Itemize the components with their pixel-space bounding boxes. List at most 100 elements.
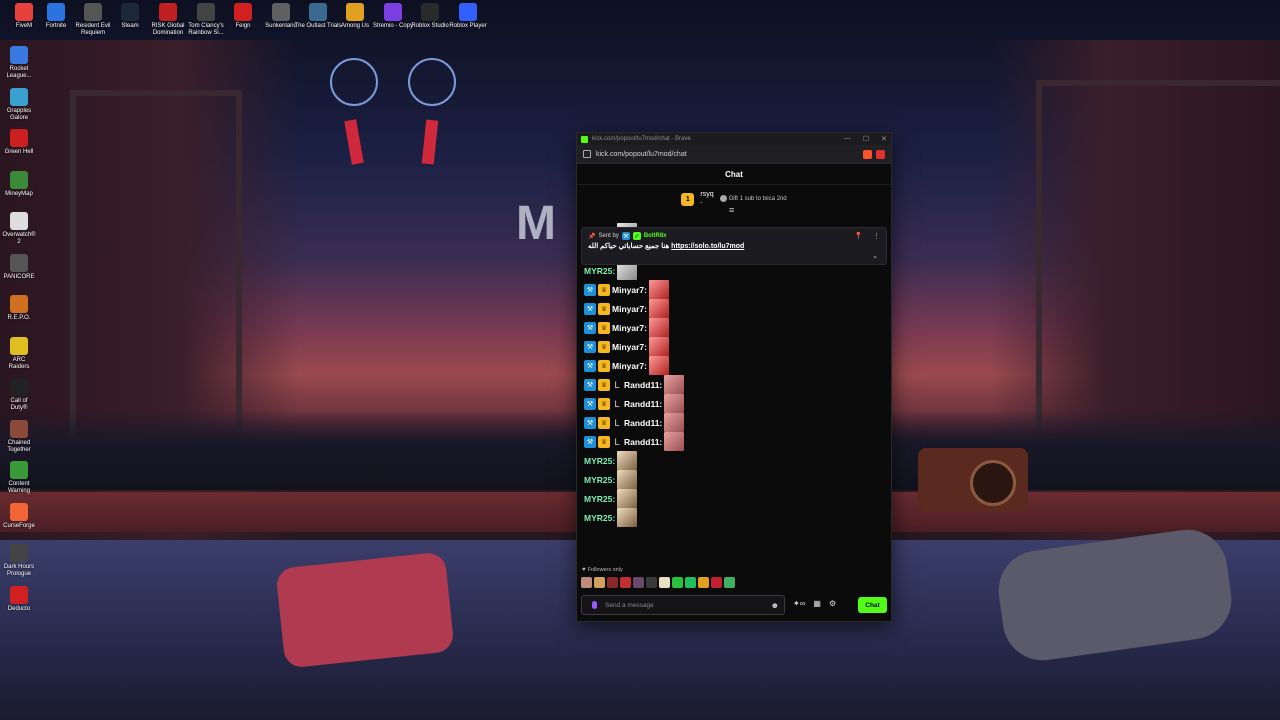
- gift-user[interactable]: rsyq: [700, 191, 713, 198]
- chat-message[interactable]: ⚒ ♛ Minyar7:: [584, 337, 884, 356]
- emote-icon: [648, 280, 669, 299]
- desktop-icon-label: Content Warning: [7, 481, 31, 494]
- emote-icon[interactable]: [724, 577, 735, 588]
- chat-username[interactable]: MYR25:: [584, 475, 615, 485]
- crown-badge-icon: ♛: [598, 340, 610, 353]
- chat-message[interactable]: MYR25:: [584, 508, 884, 527]
- chevron-down-icon[interactable]: ⌄: [872, 252, 878, 260]
- emote-icon[interactable]: [659, 577, 670, 588]
- emote-icon[interactable]: [698, 577, 709, 588]
- unpin-icon[interactable]: 📍: [854, 232, 863, 240]
- emote-icon: [664, 432, 685, 451]
- chat-message[interactable]: ⚒ ♛ L Randd11:: [584, 394, 884, 413]
- chat-message[interactable]: ⚒ ♛ Minyar7:: [584, 299, 884, 318]
- points-icon[interactable]: ✦∞: [793, 599, 805, 608]
- wallpaper-logo-icon: M: [516, 197, 556, 250]
- emote-icon[interactable]: [685, 577, 696, 588]
- crown-badge-icon: ♛: [598, 378, 610, 391]
- settings-gear-icon[interactable]: ⚙: [829, 599, 836, 608]
- chat-message[interactable]: ⚒ ♛ Minyar7:: [584, 356, 884, 375]
- emote-bar[interactable]: [581, 577, 735, 588]
- emote-icon[interactable]: [581, 577, 592, 588]
- gift-banner[interactable]: 1 rsyq ▪ Gift 1 sub to txica 2nd ≡: [577, 185, 891, 215]
- brave-shield-icon[interactable]: [863, 149, 872, 159]
- overwatch-icon: [10, 212, 28, 230]
- send-chat-button[interactable]: Chat: [858, 597, 887, 613]
- chat-username[interactable]: Randd11:: [624, 380, 662, 390]
- chat-username[interactable]: Minyar7:: [612, 361, 647, 371]
- chat-username[interactable]: Minyar7:: [612, 285, 647, 295]
- emote-icon[interactable]: [672, 577, 683, 588]
- roblox-player-icon: [459, 3, 477, 21]
- minimize-icon[interactable]: —: [844, 135, 851, 143]
- desktop-icon[interactable]: Call of Duty®: [2, 378, 36, 412]
- desktop-icon[interactable]: MineyMap: [2, 171, 36, 198]
- shop-icon[interactable]: ▦: [813, 599, 821, 608]
- chat-username[interactable]: MYR25:: [584, 456, 615, 466]
- emote-icon[interactable]: [711, 577, 722, 588]
- pinned-link[interactable]: https://solo.to/lu7mod: [671, 243, 744, 250]
- brave-rewards-icon[interactable]: [876, 149, 885, 159]
- chat-username[interactable]: Minyar7:: [612, 304, 647, 314]
- chat-message[interactable]: MYR25:: [584, 470, 884, 489]
- desktop-icon[interactable]: Deducto: [2, 586, 36, 613]
- desktop-icon[interactable]: PANICORE: [2, 254, 36, 281]
- pinned-user[interactable]: BoltR8x: [644, 233, 667, 239]
- desktop-icon-label: Grapples Galore: [6, 108, 32, 121]
- chat-username[interactable]: MYR25:: [584, 266, 615, 276]
- desktop-icon[interactable]: Dark Hours Prologue: [2, 544, 36, 578]
- chat-message[interactable]: ⚒ ♛ L Randd11:: [584, 413, 884, 432]
- url-text[interactable]: kick.com/popout/lu7mod/chat: [596, 151, 687, 158]
- window-titlebar[interactable]: kick.com/popout/lu7mod/chat - Brave — ☐ …: [577, 133, 891, 145]
- address-bar[interactable]: kick.com/popout/lu7mod/chat: [577, 145, 891, 164]
- browser-window[interactable]: kick.com/popout/lu7mod/chat - Brave — ☐ …: [576, 132, 892, 622]
- chat-username[interactable]: MYR25:: [584, 513, 615, 523]
- crown-badge-icon: ♛: [598, 416, 610, 429]
- chat-messages[interactable]: MYR25:MYR25:MYR25:⚒♛Minyar7:⚒♛Minyar7:⚒♛…: [584, 223, 884, 563]
- chat-username[interactable]: MYR25:: [584, 494, 615, 504]
- chat-input-placeholder[interactable]: Send a message: [605, 602, 654, 609]
- chat-username[interactable]: Randd11:: [624, 418, 662, 428]
- desktop-icon[interactable]: Green Hell: [2, 129, 36, 156]
- desktop-icon[interactable]: Overwatch® 2: [2, 212, 36, 246]
- chat-username[interactable]: Randd11:: [624, 437, 662, 447]
- crown-badge-icon: ♛: [598, 321, 610, 334]
- chat-username[interactable]: Randd11:: [624, 399, 662, 409]
- pinned-message[interactable]: 📌 Sent by ⚒ ✓ BoltR8x 📍 ⋮ هنا جميع حسابا…: [581, 227, 887, 265]
- desktop-icon[interactable]: R.E.P.O.: [2, 295, 36, 322]
- chime-tag: [421, 119, 439, 165]
- desktop-icon[interactable]: Rocket League...: [2, 46, 36, 80]
- repo-icon: [10, 295, 28, 313]
- more-options-icon[interactable]: ⋮: [873, 232, 880, 240]
- chat-message[interactable]: ⚒ ♛ Minyar7:: [584, 318, 884, 337]
- desktop-icon[interactable]: Grapples Galore: [2, 88, 36, 122]
- verified-badge-icon: ✓: [632, 232, 641, 240]
- chat-message[interactable]: ⚒ ♛ L Randd11:: [584, 375, 884, 394]
- desktop-icon[interactable]: CurseForge: [2, 503, 36, 530]
- emote-icon[interactable]: [620, 577, 631, 588]
- followers-only-label: Followers only: [587, 567, 623, 573]
- gift-dot-icon: ▪: [700, 200, 703, 206]
- chat-message[interactable]: MYR25:: [584, 489, 884, 508]
- emote-icon[interactable]: [633, 577, 644, 588]
- emote-icon[interactable]: [607, 577, 618, 588]
- l-badge-icon: L: [614, 379, 620, 390]
- chat-input[interactable]: Send a message ☻: [581, 595, 785, 615]
- chat-username[interactable]: Minyar7:: [612, 323, 647, 333]
- chat-username[interactable]: Minyar7:: [612, 342, 647, 352]
- desktop-icon[interactable]: ARC Raiders: [2, 337, 36, 371]
- maximize-icon[interactable]: ☐: [863, 135, 869, 143]
- filter-icon[interactable]: ≡: [729, 205, 734, 215]
- chat-message[interactable]: MYR25:: [584, 451, 884, 470]
- crown-badge-icon: ♛: [598, 283, 610, 296]
- chat-message[interactable]: ⚒ ♛ L Randd11:: [584, 432, 884, 451]
- desktop-icon[interactable]: Chained Together: [2, 420, 36, 454]
- desktop-icon[interactable]: Roblox Player: [444, 3, 492, 30]
- chat-message[interactable]: ⚒ ♛ Minyar7:: [584, 280, 884, 299]
- emoji-icon[interactable]: ☻: [771, 601, 779, 610]
- emote-icon[interactable]: [594, 577, 605, 588]
- desktop-icon[interactable]: Content Warning: [2, 461, 36, 495]
- mic-icon[interactable]: [592, 601, 597, 609]
- emote-icon[interactable]: [646, 577, 657, 588]
- close-icon[interactable]: ✕: [881, 135, 887, 143]
